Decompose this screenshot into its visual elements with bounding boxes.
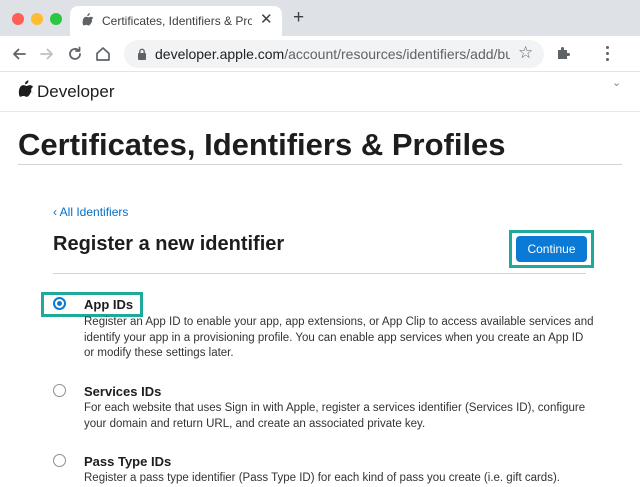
url-host: developer.apple.com <box>155 46 285 62</box>
radio-services-ids[interactable] <box>53 384 66 397</box>
forward-arrow-icon[interactable] <box>38 45 56 63</box>
lock-icon <box>138 48 146 60</box>
extensions-puzzle-icon[interactable] <box>556 45 572 61</box>
browser-menu-icon[interactable] <box>606 46 609 64</box>
section-divider <box>53 273 586 274</box>
bookmark-star-icon[interactable]: ☆ <box>518 44 533 62</box>
url-text: developer.apple.com/account/resources/id… <box>155 46 510 62</box>
reload-icon[interactable] <box>66 45 84 63</box>
close-window-button[interactable] <box>12 13 24 25</box>
continue-highlight: Continue <box>509 230 594 268</box>
new-tab-button[interactable]: + <box>293 8 304 27</box>
browser-tab-bar: Certificates, Identifiers & Profiles ✕ + <box>0 0 640 36</box>
option-description: Register a pass type identifier (Pass Ty… <box>84 472 560 484</box>
tab-title: Certificates, Identifiers & Profiles <box>102 14 252 28</box>
page-title: Certificates, Identifiers & Profiles <box>18 127 506 162</box>
browser-toolbar: developer.apple.com/account/resources/id… <box>0 36 640 72</box>
url-path: /account/resources/identifiers/add/bu... <box>284 46 510 62</box>
all-identifiers-link[interactable]: ‹ All Identifiers <box>53 205 128 219</box>
apple-logo-icon[interactable] <box>18 80 34 99</box>
minimize-window-button[interactable] <box>31 13 43 25</box>
address-bar[interactable]: developer.apple.com/account/resources/id… <box>124 40 544 68</box>
option-title: Pass Type IDs <box>84 454 172 469</box>
option-title: App IDs <box>84 297 134 312</box>
section-title: Register a new identifier <box>53 233 285 255</box>
developer-brand[interactable]: Developer <box>37 82 115 102</box>
browser-tab[interactable]: Certificates, Identifiers & Profiles ✕ <box>70 6 282 36</box>
radio-pass-type-ids[interactable] <box>53 454 66 467</box>
continue-button[interactable]: Continue <box>516 236 587 262</box>
close-tab-icon[interactable]: ✕ <box>260 11 273 29</box>
title-divider <box>18 164 622 165</box>
apple-icon <box>82 13 94 26</box>
option-title: Services IDs <box>84 384 162 399</box>
home-icon[interactable] <box>94 45 112 63</box>
back-arrow-icon[interactable] <box>10 45 28 63</box>
option-description: Register an App ID to enable your app, a… <box>84 316 594 359</box>
chevron-down-icon[interactable]: ⌄ <box>612 76 621 89</box>
option-description: For each website that uses Sign in with … <box>84 402 586 430</box>
zoom-window-button[interactable] <box>50 13 62 25</box>
developer-header: Developer ⌄ <box>0 72 640 112</box>
radio-app-ids[interactable] <box>53 297 66 310</box>
